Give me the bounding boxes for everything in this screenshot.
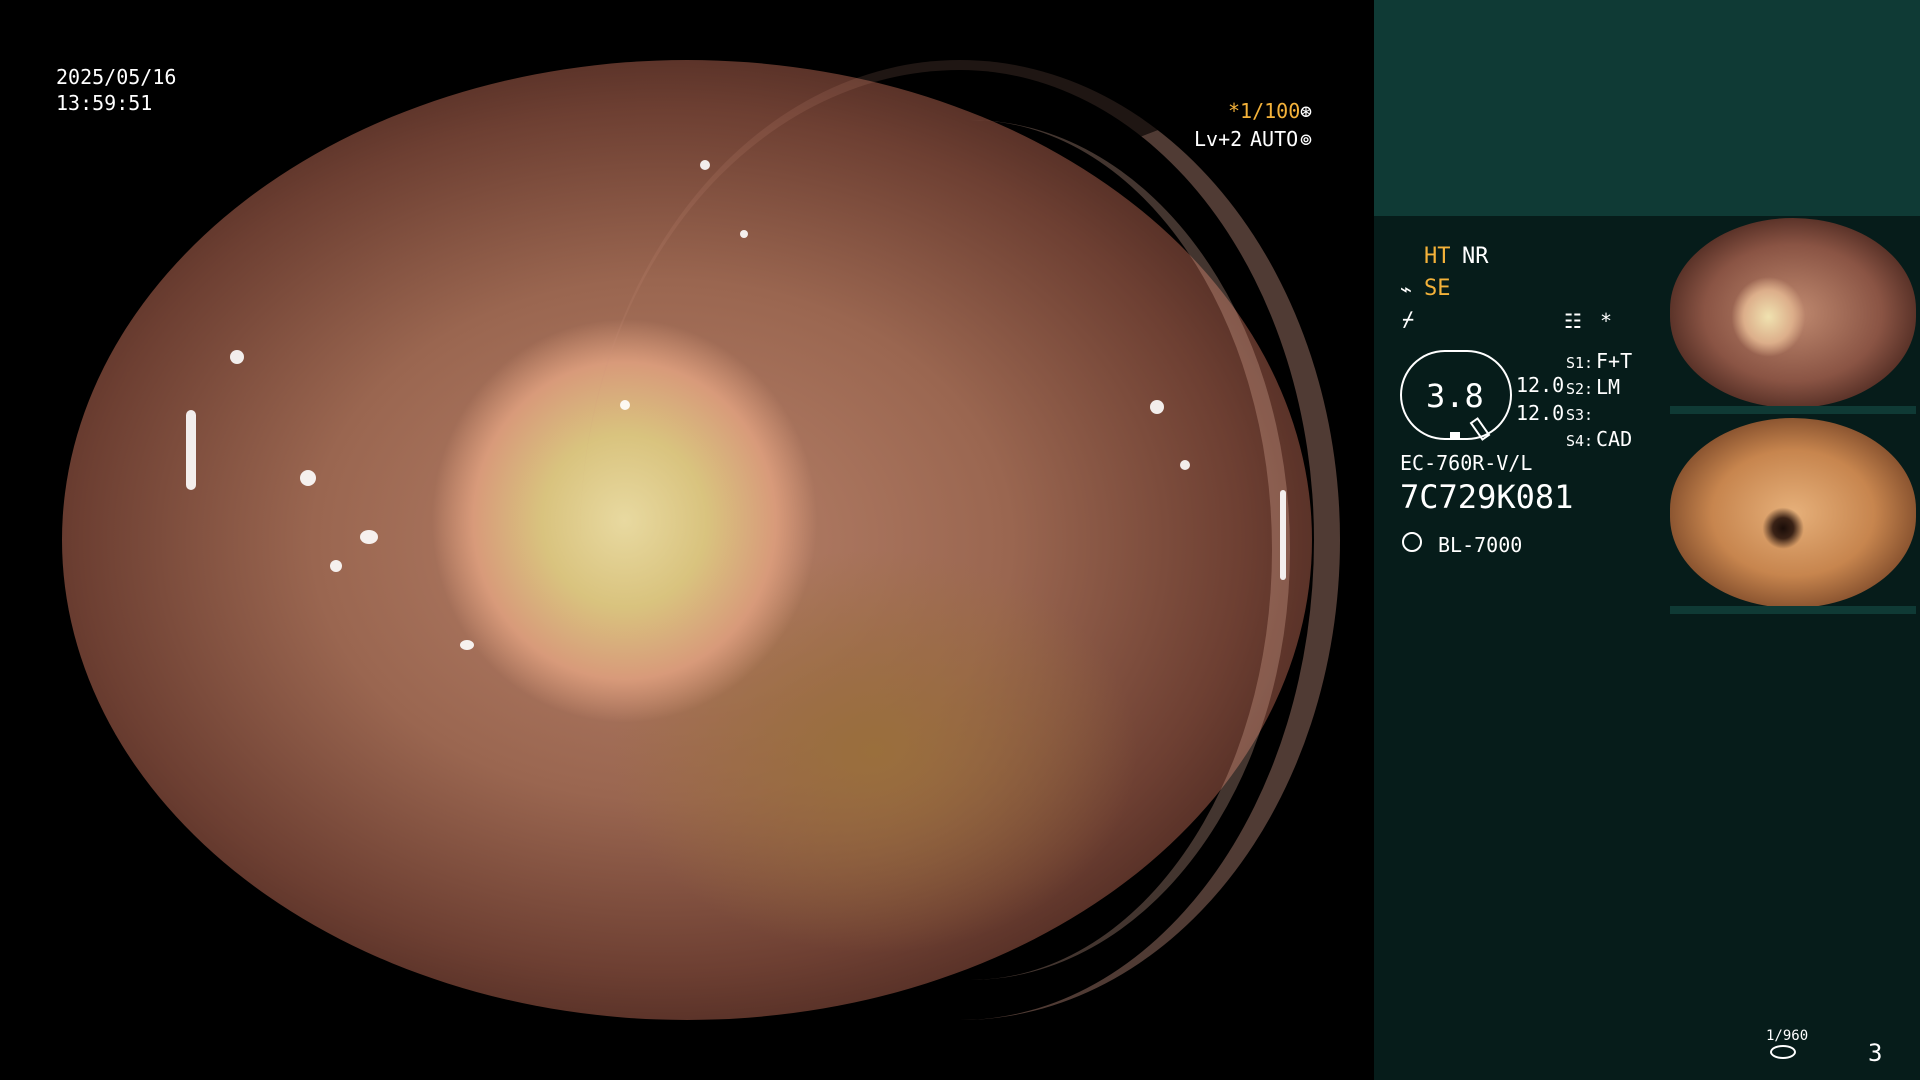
panel-header xyxy=(1374,0,1920,216)
shutter-speed: *1/100 xyxy=(1228,99,1301,123)
specular-highlight xyxy=(740,230,748,238)
exam-date: 2025/05/16 xyxy=(56,65,177,89)
thumbnail-polyp[interactable] xyxy=(1670,218,1916,408)
iris-mode: AUTO xyxy=(1250,127,1299,151)
zoom-mark-icon xyxy=(1450,432,1460,438)
specular-highlight xyxy=(1150,400,1164,414)
brightness-level: Lv+2 xyxy=(1194,127,1243,151)
frame-number: 3 xyxy=(1868,1039,1883,1067)
waveform-icon: ⌁ xyxy=(1400,277,1413,301)
zoom-value-b: 12.0 xyxy=(1516,401,1565,425)
thumbnail-caption-bar xyxy=(1670,606,1916,614)
thumbnail-lumen[interactable] xyxy=(1670,418,1916,608)
se-indicator: SE xyxy=(1424,276,1451,301)
list-icon: ☷ xyxy=(1564,309,1582,333)
s4-label: S4: xyxy=(1566,432,1594,450)
specular-highlight xyxy=(620,400,630,410)
light-source: BL-7000 xyxy=(1438,533,1523,557)
zoom-value: 3.8 xyxy=(1426,377,1484,415)
storage-icon xyxy=(1770,1045,1796,1059)
specular-highlight xyxy=(230,350,244,364)
image-counter: 1/960 xyxy=(1766,1028,1809,1044)
s4-value: CAD xyxy=(1596,427,1633,451)
specular-highlight xyxy=(460,640,474,650)
thumbnail-caption-bar xyxy=(1670,406,1916,414)
scope-serial: 7C729K081 xyxy=(1400,478,1574,516)
asterisk-indicator: * xyxy=(1600,309,1613,333)
light-source-icon xyxy=(1402,532,1422,552)
mucosal-fold xyxy=(650,120,1290,980)
zoom-value-a: 12.0 xyxy=(1516,373,1565,397)
shutter-icon: ⊛ xyxy=(1300,99,1313,123)
ht-indicator: HT xyxy=(1424,244,1451,269)
nr-indicator: NR xyxy=(1462,244,1489,269)
specular-highlight xyxy=(360,530,378,544)
slash-icon: ⌿ xyxy=(1402,307,1415,331)
s3-label: S3: xyxy=(1566,406,1594,424)
s1-label: S1: xyxy=(1566,354,1594,372)
scope-model: EC-760R-V/L xyxy=(1400,451,1533,475)
s1-value: F+T xyxy=(1596,349,1633,373)
iris-icon: ⊚ xyxy=(1300,127,1313,151)
s2-label: S2: xyxy=(1566,380,1594,398)
specular-highlight xyxy=(700,160,710,170)
specular-highlight xyxy=(186,410,196,490)
specular-highlight xyxy=(1180,460,1190,470)
s2-value: LM xyxy=(1596,375,1621,399)
specular-highlight xyxy=(330,560,342,572)
exam-time: 13:59:51 xyxy=(56,91,153,115)
specular-highlight xyxy=(1280,490,1286,580)
specular-highlight xyxy=(300,470,316,486)
